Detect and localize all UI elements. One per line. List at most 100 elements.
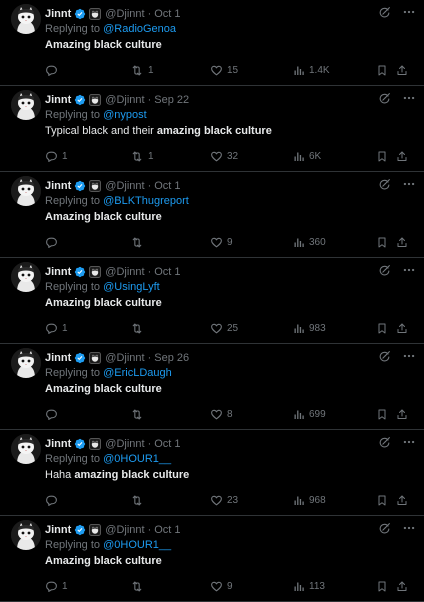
- reply-mention-link[interactable]: @0HOUR1__: [103, 539, 171, 551]
- handle[interactable]: @Djinnt: [105, 524, 144, 536]
- tweet[interactable]: Jinnt @Djinnt · Se: [0, 344, 424, 430]
- tweet[interactable]: Jinnt @Djinnt · Oc: [0, 0, 424, 86]
- grok-icon[interactable]: [378, 350, 391, 368]
- more-icon[interactable]: [402, 435, 416, 454]
- handle[interactable]: @Djinnt: [105, 94, 144, 106]
- bookmark-button[interactable]: [376, 406, 388, 422]
- timestamp[interactable]: Oct 1: [154, 8, 180, 20]
- tweet[interactable]: Jinnt @Djinnt · Oc: [0, 516, 424, 602]
- share-button[interactable]: [396, 578, 408, 594]
- avatar[interactable]: [11, 176, 41, 206]
- retweet-button[interactable]: [130, 492, 148, 508]
- like-button[interactable]: 32: [210, 148, 238, 164]
- views-button[interactable]: 968: [293, 492, 326, 508]
- tweet[interactable]: Jinnt @Djinnt · Oc: [0, 258, 424, 344]
- reply-mention-link[interactable]: @UsingLyft: [103, 281, 160, 293]
- timestamp[interactable]: Oct 1: [154, 266, 180, 278]
- views-button[interactable]: 983: [293, 320, 326, 336]
- avatar[interactable]: [11, 262, 41, 292]
- avatar[interactable]: [11, 520, 41, 550]
- handle[interactable]: @Djinnt: [105, 352, 144, 364]
- retweet-button[interactable]: [130, 406, 148, 422]
- more-icon[interactable]: [402, 263, 416, 282]
- views-count: 1.4K: [309, 64, 330, 76]
- share-button[interactable]: [396, 492, 408, 508]
- avatar[interactable]: [11, 348, 41, 378]
- tweet[interactable]: Jinnt @Djinnt · Se: [0, 86, 424, 172]
- avatar[interactable]: [11, 434, 41, 464]
- more-icon[interactable]: [402, 91, 416, 110]
- reply-button[interactable]: 1: [45, 148, 68, 164]
- bookmark-button[interactable]: [376, 234, 388, 250]
- reply-icon: [46, 323, 57, 334]
- timestamp[interactable]: Oct 1: [154, 438, 180, 450]
- share-button[interactable]: [396, 234, 408, 250]
- reply-mention-link[interactable]: @nypost: [103, 109, 147, 121]
- display-name[interactable]: Jinnt: [45, 180, 71, 192]
- retweet-button[interactable]: [130, 234, 148, 250]
- display-name[interactable]: Jinnt: [45, 266, 71, 278]
- timestamp[interactable]: Oct 1: [154, 524, 180, 536]
- share-button[interactable]: [396, 148, 408, 164]
- views-button[interactable]: 6K: [293, 148, 321, 164]
- retweet-button[interactable]: 1: [130, 62, 154, 78]
- tweet[interactable]: Jinnt @Djinnt · Oc: [0, 172, 424, 258]
- retweet-button[interactable]: [130, 578, 148, 594]
- like-button[interactable]: 8: [210, 406, 233, 422]
- share-button[interactable]: [396, 62, 408, 78]
- reply-mention-link[interactable]: @BLKThugreport: [103, 195, 189, 207]
- handle[interactable]: @Djinnt: [105, 8, 144, 20]
- reply-button[interactable]: [45, 62, 62, 78]
- display-name[interactable]: Jinnt: [45, 524, 71, 536]
- bookmark-button[interactable]: [376, 148, 388, 164]
- display-name[interactable]: Jinnt: [45, 94, 71, 106]
- more-icon[interactable]: [402, 349, 416, 368]
- grok-icon[interactable]: [378, 92, 391, 110]
- like-button[interactable]: 15: [210, 62, 238, 78]
- bookmark-button[interactable]: [376, 492, 388, 508]
- avatar[interactable]: [11, 90, 41, 120]
- like-button[interactable]: 9: [210, 578, 233, 594]
- bookmark-button[interactable]: [376, 62, 388, 78]
- avatar[interactable]: [11, 4, 41, 34]
- reply-button[interactable]: 1: [45, 320, 68, 336]
- handle[interactable]: @Djinnt: [105, 266, 144, 278]
- grok-icon[interactable]: [378, 264, 391, 282]
- retweet-button[interactable]: 1: [130, 148, 154, 164]
- tweet[interactable]: Jinnt @Djinnt · Oc: [0, 430, 424, 516]
- views-button[interactable]: 1.4K: [293, 62, 330, 78]
- reply-button[interactable]: [45, 406, 62, 422]
- reply-mention-link[interactable]: @RadioGenoa: [103, 23, 176, 35]
- like-button[interactable]: 23: [210, 492, 238, 508]
- timestamp[interactable]: Oct 1: [154, 180, 180, 192]
- grok-icon[interactable]: [378, 6, 391, 24]
- reply-mention-link[interactable]: @0HOUR1__: [103, 453, 171, 465]
- grok-icon[interactable]: [378, 436, 391, 454]
- more-icon[interactable]: [402, 5, 416, 24]
- display-name[interactable]: Jinnt: [45, 8, 71, 20]
- handle[interactable]: @Djinnt: [105, 180, 144, 192]
- share-button[interactable]: [396, 406, 408, 422]
- bookmark-button[interactable]: [376, 578, 388, 594]
- timestamp[interactable]: Sep 26: [154, 352, 189, 364]
- reply-button[interactable]: 1: [45, 578, 68, 594]
- display-name[interactable]: Jinnt: [45, 352, 71, 364]
- views-button[interactable]: 360: [293, 234, 326, 250]
- bookmark-button[interactable]: [376, 320, 388, 336]
- views-button[interactable]: 699: [293, 406, 326, 422]
- display-name[interactable]: Jinnt: [45, 438, 71, 450]
- like-button[interactable]: 25: [210, 320, 238, 336]
- reply-button[interactable]: [45, 234, 62, 250]
- like-button[interactable]: 9: [210, 234, 233, 250]
- more-icon[interactable]: [402, 521, 416, 540]
- views-button[interactable]: 113: [293, 578, 325, 594]
- grok-icon[interactable]: [378, 178, 391, 196]
- reply-button[interactable]: [45, 492, 62, 508]
- share-button[interactable]: [396, 320, 408, 336]
- reply-mention-link[interactable]: @EricLDaugh: [103, 367, 172, 379]
- timestamp[interactable]: Sep 22: [154, 94, 189, 106]
- handle[interactable]: @Djinnt: [105, 438, 144, 450]
- retweet-button[interactable]: [130, 320, 148, 336]
- more-icon[interactable]: [402, 177, 416, 196]
- grok-icon[interactable]: [378, 522, 391, 540]
